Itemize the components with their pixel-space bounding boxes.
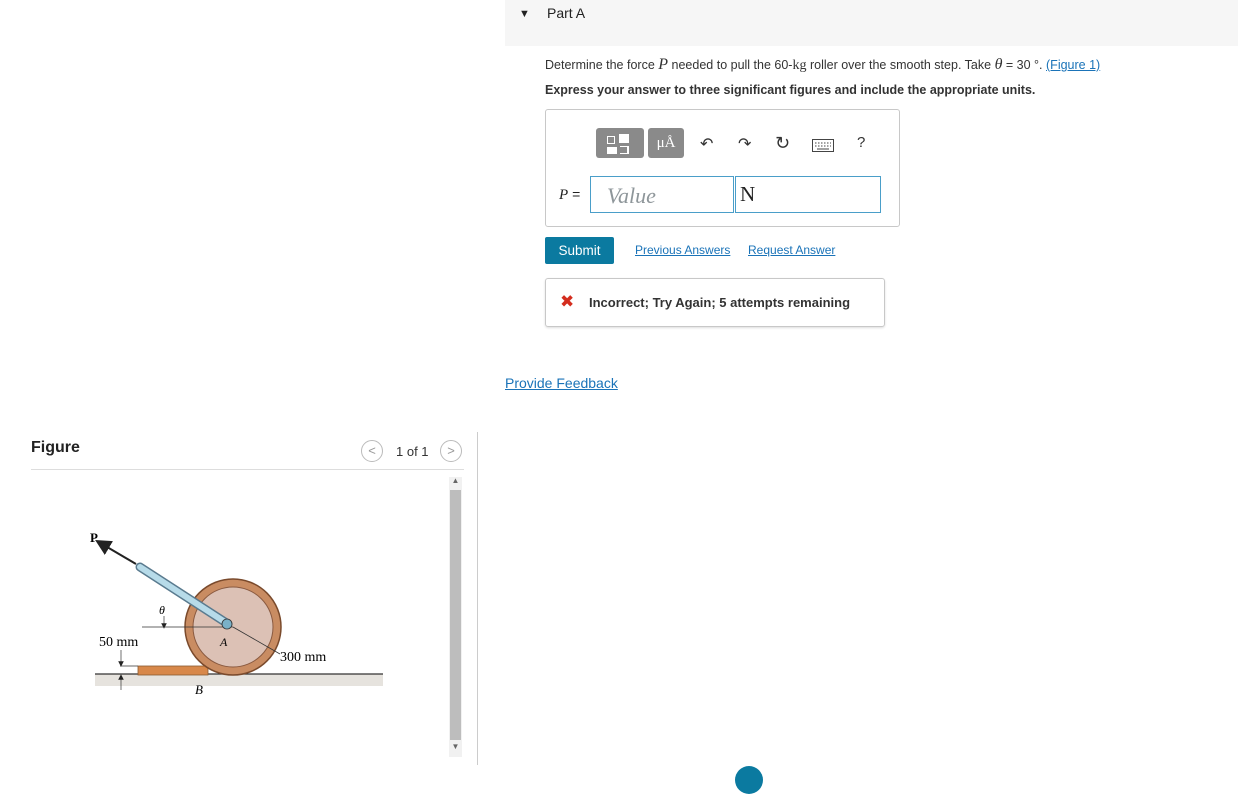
question-text: Determine the force P needed to pull the… (545, 56, 1100, 74)
force-arrow (95, 539, 137, 565)
scroll-up-arrow-icon[interactable]: ▲ (449, 476, 462, 488)
figure-prev-button[interactable]: < (361, 440, 383, 462)
provide-feedback-link[interactable]: Provide Feedback (505, 375, 618, 391)
step-block (137, 665, 209, 676)
reset-icon[interactable]: ↻ (775, 133, 790, 154)
theta-value: = 30 °. (1005, 58, 1043, 72)
label-force: P (90, 530, 98, 545)
figure-title: Figure (31, 439, 80, 456)
ground (95, 674, 383, 686)
label-angle: θ (159, 603, 165, 617)
label-radius: 300 mm (280, 650, 326, 665)
panel-divider (477, 432, 478, 765)
feedback-message: Incorrect; Try Again; 5 attempts remaini… (589, 295, 851, 310)
part-title: Part A (547, 5, 586, 21)
figure-scrollbar-thumb[interactable] (450, 490, 461, 740)
figure-link[interactable]: (Figure 1) (1046, 58, 1100, 72)
figure-pager: 1 of 1 (396, 444, 429, 459)
undo-icon[interactable]: ↶ (700, 134, 713, 154)
theta-symbol: θ (994, 56, 1003, 73)
question-middle: needed to pull the 60- (671, 58, 793, 72)
incorrect-icon: ✖ (560, 292, 575, 311)
previous-answers-link[interactable]: Previous Answers (635, 243, 730, 257)
templates-button[interactable] (596, 128, 644, 158)
mass-unit: kg (792, 58, 807, 73)
answer-variable: P (559, 187, 569, 203)
label-center-a: A (219, 635, 228, 649)
value-input[interactable] (590, 176, 734, 213)
figure-next-button[interactable]: > (440, 440, 462, 462)
redo-icon[interactable]: ↷ (738, 134, 751, 154)
equals-sign: = (572, 186, 581, 202)
answer-variable-label: P = (559, 186, 580, 204)
label-contact-b: B (195, 682, 203, 697)
figure-divider (31, 469, 464, 470)
question-prefix: Determine the force (545, 58, 655, 72)
roller-figure: P θ 50 mm 300 mm A B (90, 530, 383, 697)
part-header[interactable] (505, 0, 1238, 46)
force-symbol: P (658, 56, 669, 73)
logo-icon (735, 766, 763, 794)
keyboard-icon[interactable] (812, 139, 834, 157)
templates-icon (607, 134, 629, 154)
instructions: Express your answer to three significant… (545, 83, 1036, 97)
scroll-down-arrow-icon[interactable]: ▼ (449, 742, 462, 754)
symbols-button[interactable]: μÅ (648, 128, 684, 158)
collapse-caret-icon[interactable]: ▼ (519, 8, 530, 20)
request-answer-link[interactable]: Request Answer (748, 243, 835, 257)
help-icon[interactable]: ? (857, 134, 865, 151)
label-step-height: 50 mm (99, 635, 138, 650)
submit-button[interactable]: Submit (545, 237, 614, 264)
unit-input[interactable]: N (735, 176, 881, 213)
question-suffix: roller over the smooth step. Take (809, 58, 992, 72)
